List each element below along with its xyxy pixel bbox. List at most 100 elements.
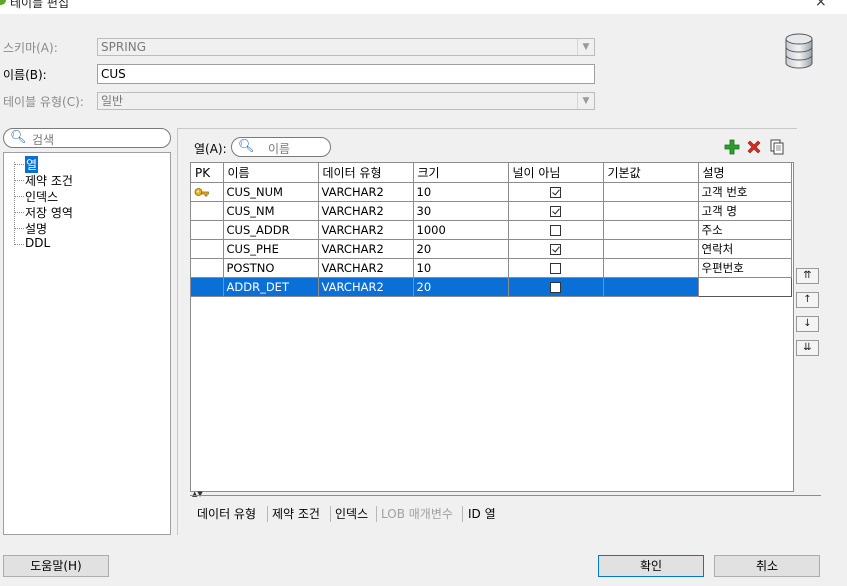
tree-item-storage[interactable]: 저장 영역 (25, 204, 73, 221)
columns-grid: PK 이름 데이터 유형 크기 널이 아님 기본값 설명 CUS_NUM VARC… (190, 162, 794, 492)
default-cell[interactable] (603, 220, 699, 240)
splitter-arrows-icon[interactable]: ▲▼ (192, 490, 203, 498)
close-icon[interactable]: × (815, 0, 827, 10)
default-cell[interactable] (603, 258, 699, 278)
header-size[interactable]: 크기 (413, 163, 509, 183)
pk-cell[interactable] (191, 220, 224, 240)
data-type-cell[interactable]: VARCHAR2 (318, 277, 414, 297)
header-pk[interactable]: PK (191, 163, 224, 183)
panel-divider (177, 128, 178, 535)
table-row[interactable]: CUS_ADDR VARCHAR2 1000 주소 (191, 220, 792, 240)
data-type-cell[interactable]: VARCHAR2 (318, 258, 414, 278)
pk-cell[interactable] (191, 277, 224, 297)
data-type-cell[interactable]: VARCHAR2 (318, 201, 414, 221)
comment-cell[interactable]: 주소 (698, 220, 792, 240)
header-default[interactable]: 기본값 (603, 163, 699, 183)
data-type-cell[interactable]: VARCHAR2 (318, 220, 414, 240)
columns-label: 열(A): (194, 142, 227, 156)
table-type-label: 테이블 유형(C): (3, 95, 84, 109)
tree-item-comment[interactable]: 설명 (25, 220, 47, 237)
tree-connector (15, 196, 24, 197)
pk-cell[interactable] (191, 258, 224, 278)
column-name-cell[interactable]: CUS_PHE (223, 239, 319, 259)
tab-constraints[interactable]: 제약 조건 (272, 503, 320, 525)
comment-cell[interactable]: 고객 명 (698, 201, 792, 221)
tab-data-type[interactable]: 데이터 유형 (197, 503, 256, 525)
default-cell[interactable] (603, 201, 699, 221)
title-bar (0, 0, 847, 14)
size-cell[interactable]: 30 (413, 201, 509, 221)
copy-icon[interactable] (769, 139, 785, 155)
cancel-button[interactable]: 취소 (714, 555, 820, 577)
size-cell[interactable]: 1000 (413, 220, 509, 240)
not-null-checkbox[interactable] (550, 225, 561, 236)
search-icon: 🔍︎ (10, 130, 27, 145)
tab-indexes[interactable]: 인덱스 (335, 503, 368, 525)
pk-cell[interactable] (191, 239, 224, 259)
column-name-cell[interactable]: CUS_NM (223, 201, 319, 221)
table-row[interactable]: CUS_NUM VARCHAR2 10 고객 번호 (191, 182, 792, 202)
default-cell[interactable] (603, 277, 699, 297)
key-icon (194, 185, 210, 199)
column-search-input[interactable]: 🔍︎ 이름 (231, 137, 331, 157)
size-cell[interactable]: 10 (413, 258, 509, 278)
table-row[interactable]: POSTNO VARCHAR2 10 우편번호 (191, 258, 792, 278)
tree-item-constraints[interactable]: 제약 조건 (25, 172, 73, 189)
data-type-cell[interactable]: VARCHAR2 (318, 182, 414, 202)
column-name-cell[interactable]: ADDR_DET (223, 277, 319, 297)
not-null-checkbox[interactable] (550, 206, 561, 217)
tab-identity-column[interactable]: ID 열 (468, 503, 496, 525)
column-name-cell[interactable]: POSTNO (223, 258, 319, 278)
tree-item-ddl[interactable]: DDL (25, 236, 50, 250)
comment-cell[interactable]: 우편번호 (698, 258, 792, 278)
tree-search-input[interactable]: 🔍︎ 검색 (3, 128, 171, 148)
comment-cell[interactable]: 연락처 (698, 239, 792, 259)
not-null-cell (508, 201, 604, 221)
header-name[interactable]: 이름 (223, 163, 319, 183)
not-null-cell (508, 182, 604, 202)
x-icon[interactable] (746, 139, 762, 155)
tree-item-indexes[interactable]: 인덱스 (25, 188, 58, 205)
size-cell[interactable]: 10 (413, 182, 509, 202)
column-name-cell[interactable]: CUS_NUM (223, 182, 319, 202)
table-row[interactable]: ADDR_DET VARCHAR2 20 (191, 277, 792, 297)
column-name-cell[interactable]: CUS_ADDR (223, 220, 319, 240)
help-button[interactable]: 도움말(H) (3, 555, 109, 577)
not-null-cell (508, 258, 604, 278)
move-up-button[interactable]: ↑ (796, 292, 819, 308)
default-cell[interactable] (603, 239, 699, 259)
move-bottom-button[interactable]: ⇊ (796, 340, 819, 356)
tree-connector (15, 244, 24, 245)
panel-divider (177, 128, 797, 129)
pk-cell[interactable] (191, 201, 224, 221)
comment-cell[interactable]: 고객 번호 (698, 182, 792, 202)
default-cell[interactable] (603, 182, 699, 202)
not-null-checkbox[interactable] (550, 282, 561, 293)
search-icon: 🔍︎ (238, 139, 255, 154)
tree-item-columns[interactable]: 열 (25, 156, 39, 173)
move-down-button[interactable]: ↓ (796, 316, 819, 332)
header-not-null[interactable]: 널이 아님 (508, 163, 604, 183)
size-cell[interactable]: 20 (413, 239, 509, 259)
header-data-type[interactable]: 데이터 유형 (318, 163, 414, 183)
size-cell[interactable]: 20 (413, 277, 509, 297)
table-row[interactable]: CUS_PHE VARCHAR2 20 연락처 (191, 239, 792, 259)
not-null-checkbox[interactable] (550, 263, 561, 274)
window-title: 테이블 편집 (10, 0, 70, 10)
columns-table: PK 이름 데이터 유형 크기 널이 아님 기본값 설명 CUS_NUM VARC… (191, 163, 792, 297)
move-top-button[interactable]: ⇈ (796, 268, 819, 284)
not-null-cell (508, 239, 604, 259)
not-null-checkbox[interactable] (550, 244, 561, 255)
plus-icon[interactable] (724, 139, 740, 155)
ok-button[interactable]: 확인 (598, 555, 704, 577)
pk-cell[interactable] (191, 182, 224, 202)
data-type-cell[interactable]: VARCHAR2 (318, 239, 414, 259)
table-row[interactable]: CUS_NM VARCHAR2 30 고객 명 (191, 201, 792, 221)
tab-separator (330, 506, 331, 522)
not-null-checkbox[interactable] (550, 187, 561, 198)
name-field[interactable]: CUS (97, 64, 595, 84)
comment-cell[interactable] (697, 277, 792, 297)
tab-lob-parameters: LOB 매개변수 (381, 507, 453, 521)
header-comment[interactable]: 설명 (698, 163, 792, 183)
splitter-line (190, 495, 821, 496)
